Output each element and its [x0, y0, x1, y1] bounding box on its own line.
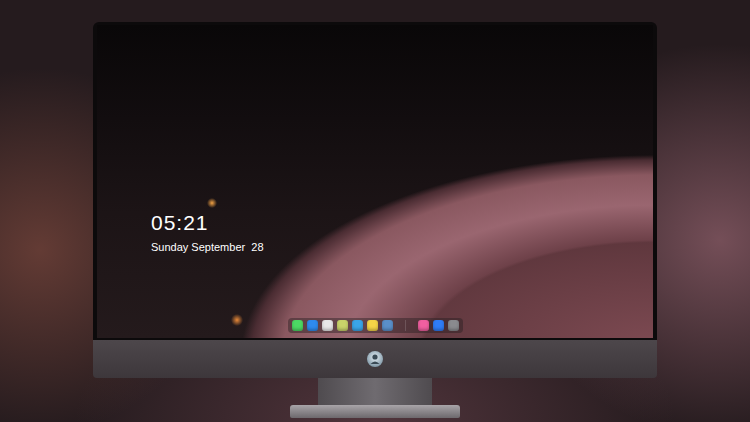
dock-app-icon[interactable] — [292, 320, 303, 331]
monitor-bezel: 05:21 Sunday September 28 — [93, 22, 657, 340]
dock — [288, 318, 463, 333]
clock: 05:21 Sunday September 28 — [97, 211, 653, 254]
dock-separator — [405, 320, 406, 331]
dock-app-icon[interactable] — [352, 320, 363, 331]
monitor-stand-neck — [318, 378, 432, 405]
monitor-stand-base — [290, 405, 460, 418]
clock-date: Sunday September 28 — [151, 241, 653, 254]
lock-screen: 05:21 Sunday September 28 — [97, 25, 653, 338]
dock-app-icon[interactable] — [433, 320, 444, 331]
mockup-page: 05:21 Sunday September 28 — [0, 0, 750, 422]
dock-app-icon[interactable] — [337, 320, 348, 331]
dock-app-icon[interactable] — [418, 320, 429, 331]
dock-app-icon[interactable] — [322, 320, 333, 331]
clock-time: 05:21 — [151, 211, 653, 235]
dock-app-icon[interactable] — [307, 320, 318, 331]
monitor-chin — [93, 340, 657, 378]
dock-app-icon[interactable] — [448, 320, 459, 331]
brand-logo-icon — [366, 350, 384, 368]
dock-app-icon[interactable] — [367, 320, 378, 331]
dock-app-icon[interactable] — [382, 320, 393, 331]
